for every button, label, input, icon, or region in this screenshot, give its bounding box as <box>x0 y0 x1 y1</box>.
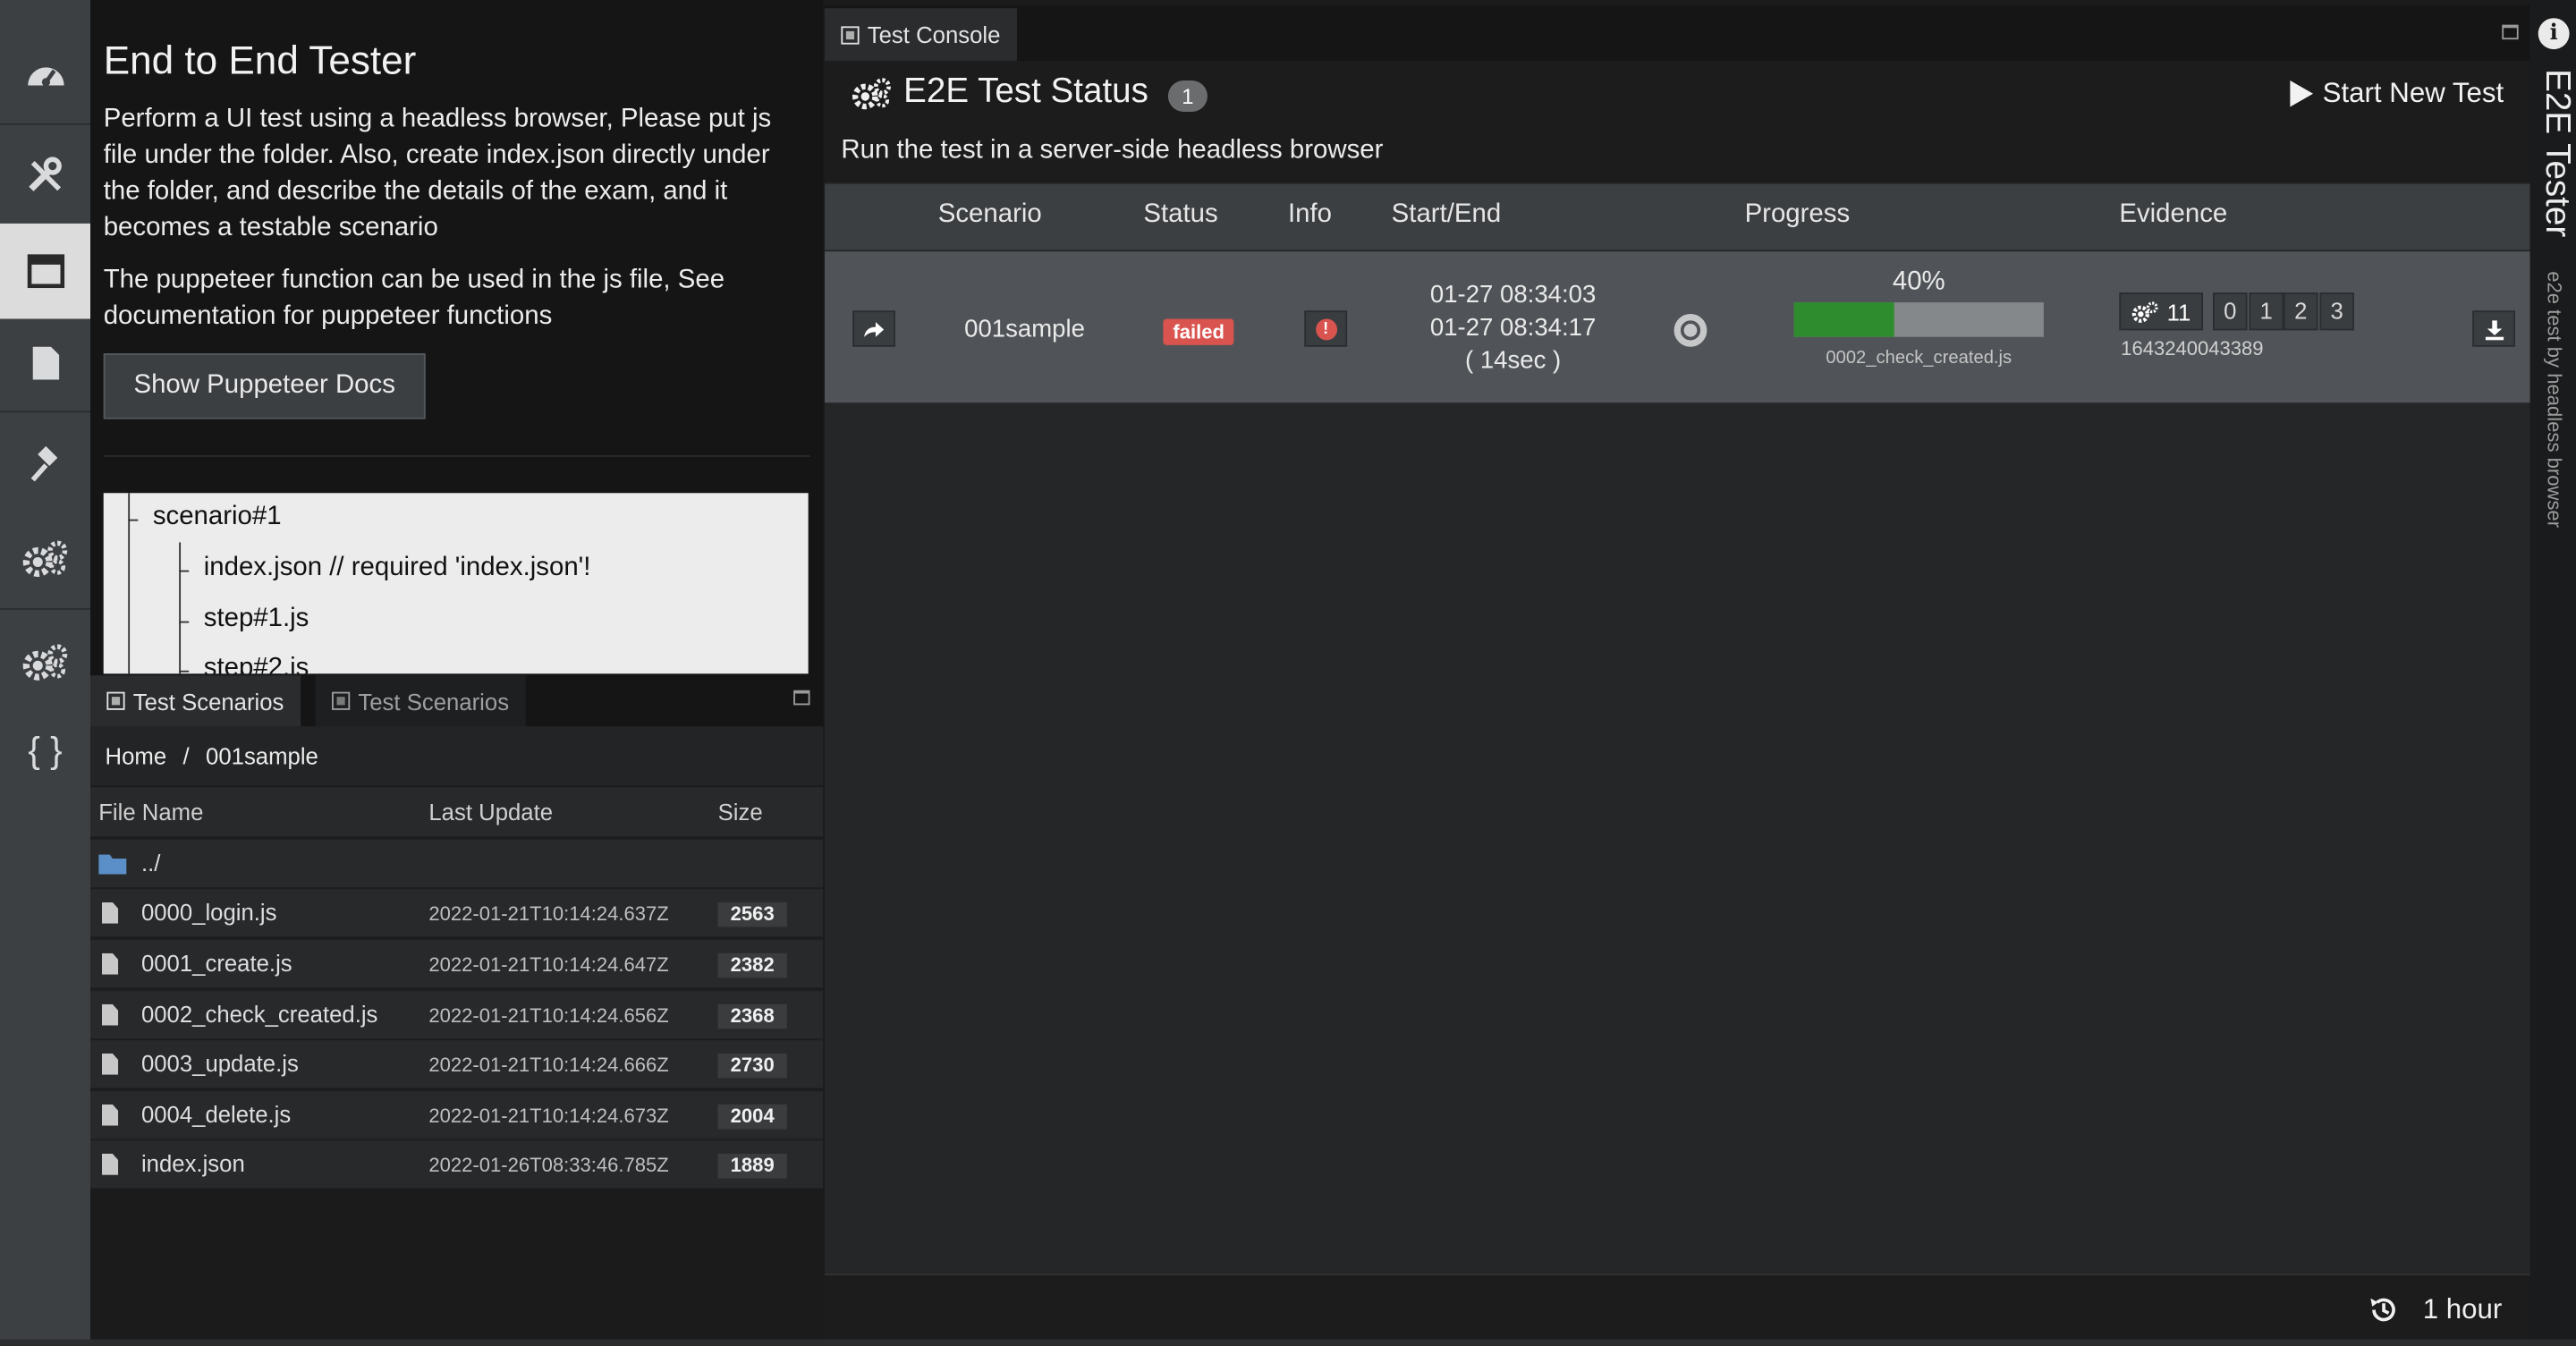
page-title: End to End Tester <box>103 39 417 84</box>
evidence-gears-button[interactable]: 11 <box>2119 292 2203 331</box>
progress-step: 0002_check_created.js <box>1826 348 2012 368</box>
file-icon <box>101 1104 119 1126</box>
share-button[interactable] <box>852 310 896 347</box>
scenario-name: 001sample <box>964 315 1085 344</box>
status-table-header: Scenario Status Info Start/End Progress … <box>825 183 2530 250</box>
gears-icon <box>851 76 894 122</box>
duration: ( 14sec ) <box>1464 346 1562 375</box>
evidence-page-2[interactable]: 2 <box>2284 292 2318 331</box>
console-tabbar: Test Console <box>825 4 2530 61</box>
table-row[interactable]: 0002_check_created.js 2022-01-21T10:14:2… <box>90 989 824 1039</box>
evidence-page-1[interactable]: 1 <box>2249 292 2284 331</box>
dashboard-icon[interactable] <box>0 26 90 122</box>
gears-alt-icon[interactable] <box>0 614 90 710</box>
tools-icon[interactable] <box>0 128 90 224</box>
right-strip: i E2E Tester e2e test by headless browse… <box>2529 0 2576 1346</box>
file-tabbar: Test Scenarios Test Scenarios <box>90 673 824 727</box>
window-tab-icon <box>841 25 860 44</box>
col-last-update[interactable]: Last Update <box>428 799 553 825</box>
breadcrumb: Home / 001sample <box>90 726 824 786</box>
evidence-page-0[interactable]: 0 <box>2213 292 2248 331</box>
end-time: 01-27 08:34:17 <box>1429 313 1597 343</box>
folder-tree-example: scenario#1 index.json // required 'index… <box>103 493 809 674</box>
puppeteer-note: The puppeteer function can be used in th… <box>103 266 725 331</box>
refresh-interval[interactable]: 1 hour <box>2367 1293 2502 1326</box>
start-new-test-button[interactable]: Start New Test <box>2289 77 2504 110</box>
file-icon <box>101 902 119 924</box>
size-badge: 2382 <box>717 952 787 978</box>
file-panel: Test Scenarios Test Scenarios Home / 001… <box>90 673 824 1346</box>
file-icon <box>101 1003 119 1026</box>
tree-item-step2: step#2.js <box>203 654 309 674</box>
evidence-page-3[interactable]: 3 <box>2319 292 2354 331</box>
file-icon[interactable] <box>0 316 90 411</box>
tree-item-step1: step#1.js <box>203 605 309 633</box>
breadcrumb-separator: / <box>182 742 190 769</box>
divider <box>103 455 810 457</box>
table-row[interactable]: 0003_update.js 2022-01-21T10:14:24.666Z … <box>90 1038 824 1088</box>
file-icon <box>101 1053 119 1075</box>
file-table-header: File Name Last Update Size <box>90 787 824 837</box>
console-title: E2E Test Status <box>903 72 1148 111</box>
window-tab-icon <box>332 691 351 710</box>
history-icon <box>2369 1298 2395 1322</box>
test-row: 001sample failed ! 01-27 08:34:03 01-27 … <box>825 251 2530 403</box>
progress-percent: 40% <box>1892 267 1945 296</box>
info-button[interactable]: ! <box>1304 310 1348 347</box>
tab-test-console[interactable]: Test Console <box>825 8 1017 61</box>
parent-folder-label: ../ <box>140 850 161 876</box>
parent-folder-row[interactable]: ../ <box>90 838 824 888</box>
console-header: E2E Test Status 1 Start New Test <box>825 60 2530 127</box>
chrome-icon <box>1674 313 1707 347</box>
folder-open-icon <box>98 854 127 875</box>
size-badge: 2730 <box>717 1053 787 1079</box>
window-tab-icon <box>106 691 125 710</box>
play-icon <box>2289 80 2313 107</box>
col-size[interactable]: Size <box>718 799 763 825</box>
table-row[interactable]: index.json 2022-01-26T08:33:46.785Z 1889 <box>90 1139 824 1189</box>
size-badge: 2368 <box>717 1003 787 1029</box>
vertical-app-subtitle: e2e test by headless browser <box>2543 271 2566 529</box>
console-footer: 1 hour <box>825 1274 2530 1340</box>
console-subtitle: Run the test in a server-side headless b… <box>825 126 2530 182</box>
vertical-app-title: E2E Tester <box>2538 69 2576 238</box>
tree-item-scenario: scenario#1 <box>152 503 282 531</box>
download-button[interactable] <box>2472 310 2515 347</box>
table-row[interactable]: 0004_delete.js 2022-01-21T10:14:24.673Z … <box>90 1089 824 1139</box>
evidence-id: 1643240043389 <box>2121 336 2264 360</box>
info-panel: End to End Tester Perform a UI test usin… <box>90 0 824 674</box>
table-row[interactable]: 0001_create.js 2022-01-21T10:14:24.647Z … <box>90 938 824 988</box>
progress-bar <box>1793 302 2044 337</box>
gavel-icon[interactable] <box>0 418 90 513</box>
bottom-band <box>0 1339 2576 1346</box>
gears-icon <box>2131 301 2158 323</box>
start-time: 01-27 08:34:03 <box>1429 281 1597 309</box>
tree-item-index: index.json // required 'index.json'! <box>203 554 591 582</box>
progress-bar-fill <box>1793 302 1894 337</box>
window-icon[interactable] <box>0 223 91 319</box>
status-badge: failed <box>1163 318 1234 345</box>
info-description: Perform a UI test using a headless brows… <box>103 105 772 242</box>
braces-icon[interactable]: { } <box>0 703 90 799</box>
maximize-icon[interactable] <box>793 690 810 706</box>
breadcrumb-current: 001sample <box>206 742 318 769</box>
gears-icon[interactable] <box>0 511 90 606</box>
maximize-icon[interactable] <box>2502 24 2519 40</box>
size-badge: 1889 <box>717 1153 787 1179</box>
table-row[interactable]: 0000_login.js 2022-01-21T10:14:24.637Z 2… <box>90 887 824 937</box>
size-badge: 2563 <box>717 902 787 927</box>
file-icon <box>101 952 119 975</box>
alert-icon: ! <box>1315 317 1337 340</box>
tab-test-scenarios[interactable]: Test Scenarios <box>90 675 301 727</box>
info-icon[interactable]: i <box>2538 18 2570 50</box>
col-file-name[interactable]: File Name <box>98 799 203 825</box>
show-puppeteer-docs-button[interactable]: Show Puppeteer Docs <box>103 353 426 419</box>
breadcrumb-home[interactable]: Home <box>106 743 167 769</box>
tab-test-scenarios-2[interactable]: Test Scenarios <box>315 675 526 727</box>
icon-sidebar: { } <box>0 0 91 1346</box>
test-count-badge: 1 <box>1167 80 1208 112</box>
test-console: Test Console E2E Test Status 1 Start New… <box>825 4 2530 1340</box>
file-icon <box>101 1153 119 1175</box>
size-badge: 2004 <box>717 1104 787 1130</box>
